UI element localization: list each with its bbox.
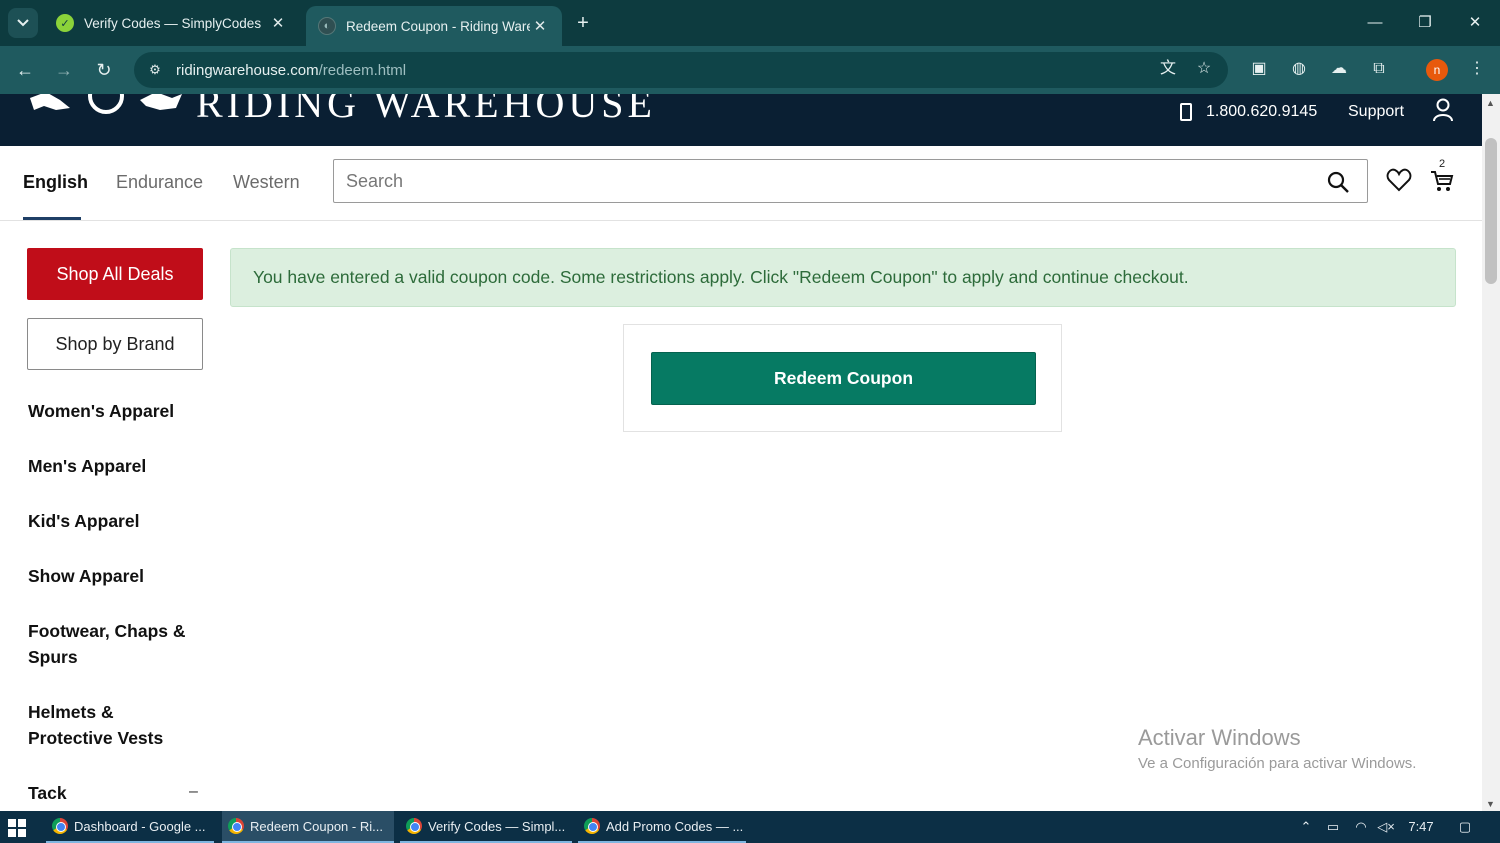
forward-arrow-icon[interactable]: →	[50, 56, 78, 84]
sidebar-link-mens-apparel[interactable]: Men's Apparel	[28, 453, 203, 479]
site-settings-icon[interactable]: ⚙	[146, 61, 164, 79]
chrome-icon	[228, 818, 244, 834]
wishlist-heart-icon[interactable]	[1386, 168, 1412, 192]
valid-coupon-alert: You have entered a valid coupon code. So…	[230, 248, 1456, 307]
watermark-line-2: Ve a Configuración para activar Windows.	[1138, 755, 1417, 772]
taskbar-item-label: Redeem Coupon - Ri...	[250, 818, 383, 834]
clock-time[interactable]: 7:47	[1402, 811, 1440, 843]
category-english[interactable]: English	[23, 172, 88, 193]
search-icon[interactable]	[1326, 170, 1350, 194]
restore-icon[interactable]: ❐	[1402, 8, 1448, 38]
sidebar-link-womens-apparel[interactable]: Women's Apparel	[28, 398, 203, 424]
page-scrollbar[interactable]: ▲ ▼	[1482, 94, 1500, 811]
search-input[interactable]	[346, 169, 1306, 193]
browser-toolbar: ← → ↻ ⚙ ridingwarehouse.com/redeem.html …	[0, 46, 1500, 94]
bookmark-star-icon[interactable]: ☆	[1191, 56, 1217, 82]
windows-start-icon[interactable]	[8, 819, 26, 837]
sidebar-link-kids-apparel[interactable]: Kid's Apparel	[28, 508, 203, 534]
support-link[interactable]: Support	[1348, 103, 1404, 121]
translate-icon[interactable]: 文	[1155, 56, 1181, 82]
logo-text[interactable]: RIDING WAREHOUSE	[196, 94, 656, 127]
account-user-icon[interactable]	[1432, 98, 1454, 122]
scroll-down-arrow-icon[interactable]: ▼	[1486, 799, 1495, 809]
browser-tab-bar: ✓ Verify Codes — SimplyCodes ✕ ◐ Redeem …	[0, 0, 1500, 46]
phone-text: 1.800.620.9145	[1206, 103, 1318, 120]
tray-chevron-up-icon[interactable]: ⌃	[1296, 811, 1316, 843]
chrome-icon	[52, 818, 68, 834]
windows-taskbar: Dashboard - Google ... Redeem Coupon - R…	[0, 811, 1500, 843]
sidebar-link-tack[interactable]: Tack	[28, 780, 203, 806]
windows-activation-watermark: Activar Windows Ve a Configuración para …	[1138, 725, 1416, 772]
browser-menu-icon[interactable]: ⋮	[1464, 56, 1490, 82]
category-nav: English Endurance Western 2	[0, 146, 1482, 221]
tab-title: Verify Codes — SimplyCodes	[84, 15, 262, 31]
shopping-cart-icon	[1431, 171, 1454, 191]
volume-muted-icon[interactable]: ◁×	[1375, 811, 1397, 843]
scroll-up-arrow-icon[interactable]: ▲	[1486, 98, 1495, 108]
close-icon[interactable]: ✕	[268, 14, 288, 32]
redeem-card: Redeem Coupon	[623, 324, 1062, 432]
ridingwarehouse-favicon-icon: ◐	[318, 17, 336, 35]
tab-verify-codes[interactable]: ✓ Verify Codes — SimplyCodes ✕	[44, 6, 300, 40]
window-close-icon[interactable]: ✕	[1452, 8, 1498, 38]
taskbar-item-redeem-coupon[interactable]: Redeem Coupon - Ri...	[222, 811, 394, 843]
globe-extension-icon[interactable]: ◍	[1286, 56, 1312, 82]
close-icon[interactable]: ✕	[530, 17, 550, 35]
cart-count-badge: 2	[1439, 158, 1446, 170]
redeem-coupon-button[interactable]: Redeem Coupon	[651, 352, 1036, 405]
phone-icon	[1180, 103, 1192, 121]
alert-text: You have entered a valid coupon code. So…	[253, 267, 1189, 287]
wifi-icon[interactable]: ◠	[1350, 811, 1372, 843]
address-bar[interactable]: ⚙ ridingwarehouse.com/redeem.html	[134, 52, 1228, 88]
tab-title: Redeem Coupon - Riding Warehouse	[346, 18, 530, 34]
shop-by-brand-button[interactable]: Shop by Brand	[27, 318, 203, 370]
back-arrow-icon[interactable]: ←	[11, 56, 39, 84]
active-category-underline	[23, 217, 81, 220]
notification-center-icon[interactable]: ▢	[1452, 811, 1478, 843]
scroll-thumb[interactable]	[1485, 138, 1497, 284]
sidebar-link-footwear[interactable]: Footwear, Chaps & Spurs	[28, 618, 193, 670]
profile-avatar[interactable]: n	[1426, 59, 1448, 81]
new-tab-plus-icon[interactable]: +	[570, 11, 596, 37]
tab-redeem-coupon[interactable]: ◐ Redeem Coupon - Riding Warehouse ✕	[306, 6, 562, 46]
minimize-icon[interactable]: —	[1352, 8, 1398, 38]
shop-all-deals-button[interactable]: Shop All Deals	[27, 248, 203, 300]
taskbar-item-label: Verify Codes — Simpl...	[428, 818, 566, 834]
taskbar-item-label: Add Promo Codes — ...	[606, 818, 744, 834]
battery-icon[interactable]: ▭	[1322, 811, 1344, 843]
chrome-icon	[584, 818, 600, 834]
phone-number[interactable]: 1.800.620.9145	[1180, 103, 1317, 121]
url-text: ridingwarehouse.com/redeem.html	[176, 61, 407, 79]
chrome-icon	[406, 818, 422, 834]
google-translate-extension-icon[interactable]: ▣	[1246, 56, 1272, 82]
taskbar-item-label: Dashboard - Google ...	[74, 818, 206, 834]
site-header: RIDING WAREHOUSE 1.800.620.9145 Support	[0, 94, 1482, 146]
tab-search-button[interactable]	[8, 8, 38, 38]
watermark-line-1: Activar Windows	[1138, 725, 1301, 750]
taskbar-item-add-promo-codes[interactable]: Add Promo Codes — ...	[578, 811, 746, 843]
extensions-puzzle-icon[interactable]: ⧉	[1366, 56, 1392, 82]
category-endurance[interactable]: Endurance	[116, 172, 203, 193]
cloud-extension-icon[interactable]: ☁	[1326, 56, 1352, 82]
chevron-down-icon	[17, 19, 29, 27]
simplycodes-favicon-icon: ✓	[56, 14, 74, 32]
category-western[interactable]: Western	[233, 172, 300, 193]
collapse-toggle-icon[interactable]: –	[189, 783, 201, 803]
cart-button[interactable]: 2	[1430, 158, 1458, 194]
sidebar-link-show-apparel[interactable]: Show Apparel	[28, 563, 203, 589]
taskbar-item-verify-codes[interactable]: Verify Codes — Simpl...	[400, 811, 572, 843]
search-box	[333, 159, 1368, 203]
taskbar-item-dashboard[interactable]: Dashboard - Google ...	[46, 811, 214, 843]
reload-icon[interactable]: ↻	[90, 56, 118, 84]
sidebar-link-helmets[interactable]: Helmets & Protective Vests	[28, 699, 178, 751]
logo-horses-icon[interactable]	[26, 94, 186, 116]
